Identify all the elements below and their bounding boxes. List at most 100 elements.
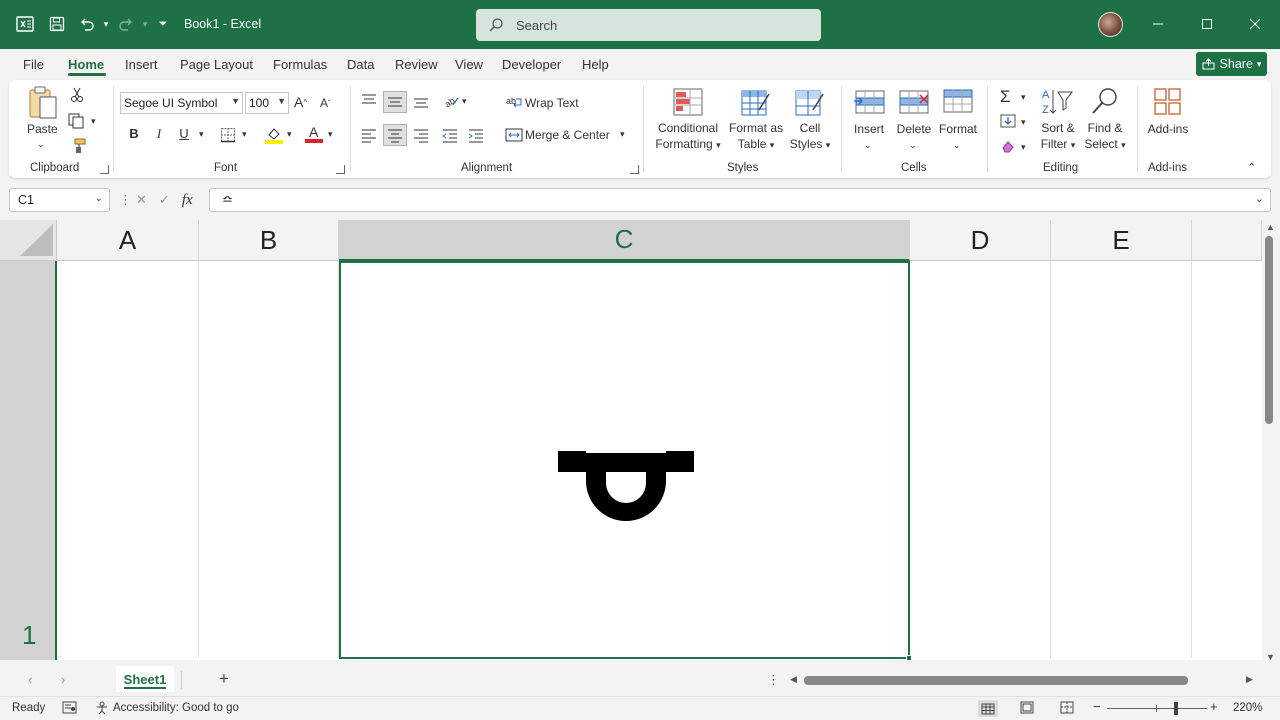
- addins-icon[interactable]: [1153, 87, 1183, 117]
- copy-icon[interactable]: [68, 113, 86, 129]
- bold-button[interactable]: B: [127, 126, 141, 141]
- decrease-font-icon[interactable]: Aˇ: [320, 96, 331, 110]
- autosum-dropdown-icon[interactable]: ▾: [1021, 92, 1026, 103]
- cell-a1[interactable]: [57, 261, 199, 658]
- zoom-in-button[interactable]: +: [1210, 699, 1218, 714]
- align-left-icon[interactable]: [360, 127, 378, 143]
- select-all-button[interactable]: [0, 220, 57, 261]
- scroll-left-icon[interactable]: ◀: [790, 674, 797, 685]
- accessibility-status[interactable]: Accessibility: Good to go: [113, 702, 239, 714]
- confirm-entry-icon[interactable]: ✓: [159, 192, 170, 208]
- zoom-slider-track[interactable]: [1107, 708, 1207, 709]
- font-size-select[interactable]: 100 ▼: [245, 92, 289, 114]
- find-select-label-line2[interactable]: Select ▾: [1082, 137, 1128, 153]
- normal-view-icon[interactable]: [978, 700, 998, 717]
- paste-dropdown-icon[interactable]: ⌄: [37, 139, 45, 150]
- accessibility-icon[interactable]: [95, 701, 110, 718]
- format-as-table-label-line2[interactable]: Table ▾: [726, 137, 786, 153]
- paste-label[interactable]: Paste: [27, 122, 58, 137]
- borders-dropdown-icon[interactable]: ▾: [242, 129, 247, 140]
- tab-data[interactable]: Data: [347, 57, 374, 72]
- row-header-1[interactable]: [0, 261, 57, 660]
- page-layout-view-icon[interactable]: [1020, 701, 1034, 717]
- name-box[interactable]: C1 ⌄: [9, 188, 110, 212]
- insert-dropdown-icon[interactable]: ⌄: [864, 140, 872, 151]
- paste-icon[interactable]: [27, 85, 59, 121]
- align-center-icon[interactable]: [383, 124, 407, 146]
- tab-view[interactable]: View: [455, 57, 483, 72]
- scroll-right-icon[interactable]: ▶: [1246, 674, 1253, 685]
- prev-sheet-icon[interactable]: ‹: [28, 672, 32, 687]
- sort-filter-icon[interactable]: AZ: [1042, 86, 1074, 118]
- format-painter-icon[interactable]: [70, 138, 86, 154]
- cell-b1[interactable]: [199, 261, 339, 658]
- format-as-table-icon[interactable]: [741, 88, 771, 118]
- merge-center-icon[interactable]: [505, 127, 523, 143]
- increase-indent-icon[interactable]: [467, 127, 485, 143]
- addins-label[interactable]: Add-ins: [1145, 122, 1191, 137]
- save-icon[interactable]: [47, 14, 67, 34]
- delete-cells-label[interactable]: Delete: [894, 122, 934, 137]
- conditional-formatting-label-line1[interactable]: Conditional: [651, 121, 725, 136]
- font-color-icon[interactable]: A: [305, 124, 323, 144]
- vertical-scroll-thumb[interactable]: [1265, 236, 1273, 424]
- conditional-formatting-label-line2[interactable]: Formatting ▾: [651, 137, 725, 153]
- insert-cells-label[interactable]: Insert: [850, 122, 888, 137]
- underline-button[interactable]: U: [177, 126, 191, 141]
- column-header-d[interactable]: D: [910, 220, 1051, 261]
- expand-formula-bar-icon[interactable]: ⌄: [1255, 192, 1264, 205]
- font-color-dropdown-icon[interactable]: ▾: [328, 129, 333, 140]
- delete-dropdown-icon[interactable]: ⌄: [909, 140, 917, 151]
- top-align-icon[interactable]: [360, 93, 378, 109]
- fill-handle[interactable]: [906, 655, 912, 661]
- cut-icon[interactable]: [70, 87, 84, 103]
- clear-dropdown-icon[interactable]: ▾: [1021, 142, 1026, 153]
- alignment-launcher-icon[interactable]: [630, 165, 639, 174]
- wrap-text-icon[interactable]: ab: [506, 94, 524, 110]
- share-button[interactable]: Share ▾: [1196, 52, 1267, 76]
- macro-record-icon[interactable]: [62, 701, 77, 717]
- zoom-level[interactable]: 220%: [1233, 702, 1262, 714]
- underline-dropdown-icon[interactable]: ▾: [199, 129, 204, 140]
- undo-icon[interactable]: [77, 14, 97, 34]
- find-select-icon[interactable]: [1089, 86, 1121, 118]
- conditional-formatting-icon[interactable]: [673, 88, 703, 116]
- italic-button[interactable]: I: [152, 126, 166, 142]
- orientation-dropdown-icon[interactable]: ▾: [462, 96, 467, 107]
- zoom-slider-thumb[interactable]: [1174, 702, 1178, 715]
- merge-center-label[interactable]: Merge & Center: [525, 128, 610, 143]
- increase-font-icon[interactable]: A ^: [294, 94, 307, 110]
- middle-align-icon[interactable]: [383, 91, 407, 113]
- column-header-b[interactable]: B: [199, 220, 339, 261]
- fill-dropdown-icon[interactable]: ▾: [1021, 117, 1026, 128]
- sheet-tab-sheet1[interactable]: Sheet1: [116, 666, 174, 692]
- column-header-a[interactable]: A: [57, 220, 199, 261]
- undo-dropdown-icon[interactable]: ▾: [96, 14, 116, 34]
- cell-styles-label-line2[interactable]: Styles ▾: [786, 137, 834, 153]
- font-launcher-icon[interactable]: [336, 165, 345, 174]
- borders-icon[interactable]: [220, 127, 236, 143]
- merge-dropdown-icon[interactable]: ▾: [620, 129, 625, 140]
- clear-icon[interactable]: [1000, 139, 1016, 153]
- add-sheet-button[interactable]: +: [219, 669, 229, 689]
- orientation-icon[interactable]: ab: [442, 93, 460, 109]
- find-select-label-line1[interactable]: Find &: [1082, 121, 1128, 136]
- decrease-indent-icon[interactable]: [441, 127, 459, 143]
- bottom-align-icon[interactable]: [412, 93, 430, 109]
- column-header-e[interactable]: E: [1051, 220, 1192, 261]
- tab-help[interactable]: Help: [582, 57, 609, 72]
- delete-cells-icon[interactable]: [898, 89, 930, 117]
- column-header-c[interactable]: C: [339, 220, 910, 261]
- tab-split-handle-icon[interactable]: ⋮: [767, 672, 780, 688]
- collapse-ribbon-icon[interactable]: ⌃: [1247, 161, 1256, 174]
- cell-d1[interactable]: [910, 261, 1051, 658]
- maximize-button[interactable]: [1195, 12, 1219, 36]
- format-cells-icon[interactable]: [942, 86, 974, 116]
- copy-dropdown-icon[interactable]: ▾: [91, 116, 96, 127]
- fill-icon[interactable]: [1000, 114, 1016, 128]
- tab-home[interactable]: Home: [68, 57, 104, 72]
- scroll-down-icon[interactable]: ▼: [1266, 652, 1275, 662]
- wrap-text-label[interactable]: Wrap Text: [525, 96, 579, 111]
- fill-color-dropdown-icon[interactable]: ▾: [287, 129, 292, 140]
- tab-insert[interactable]: Insert: [125, 57, 158, 72]
